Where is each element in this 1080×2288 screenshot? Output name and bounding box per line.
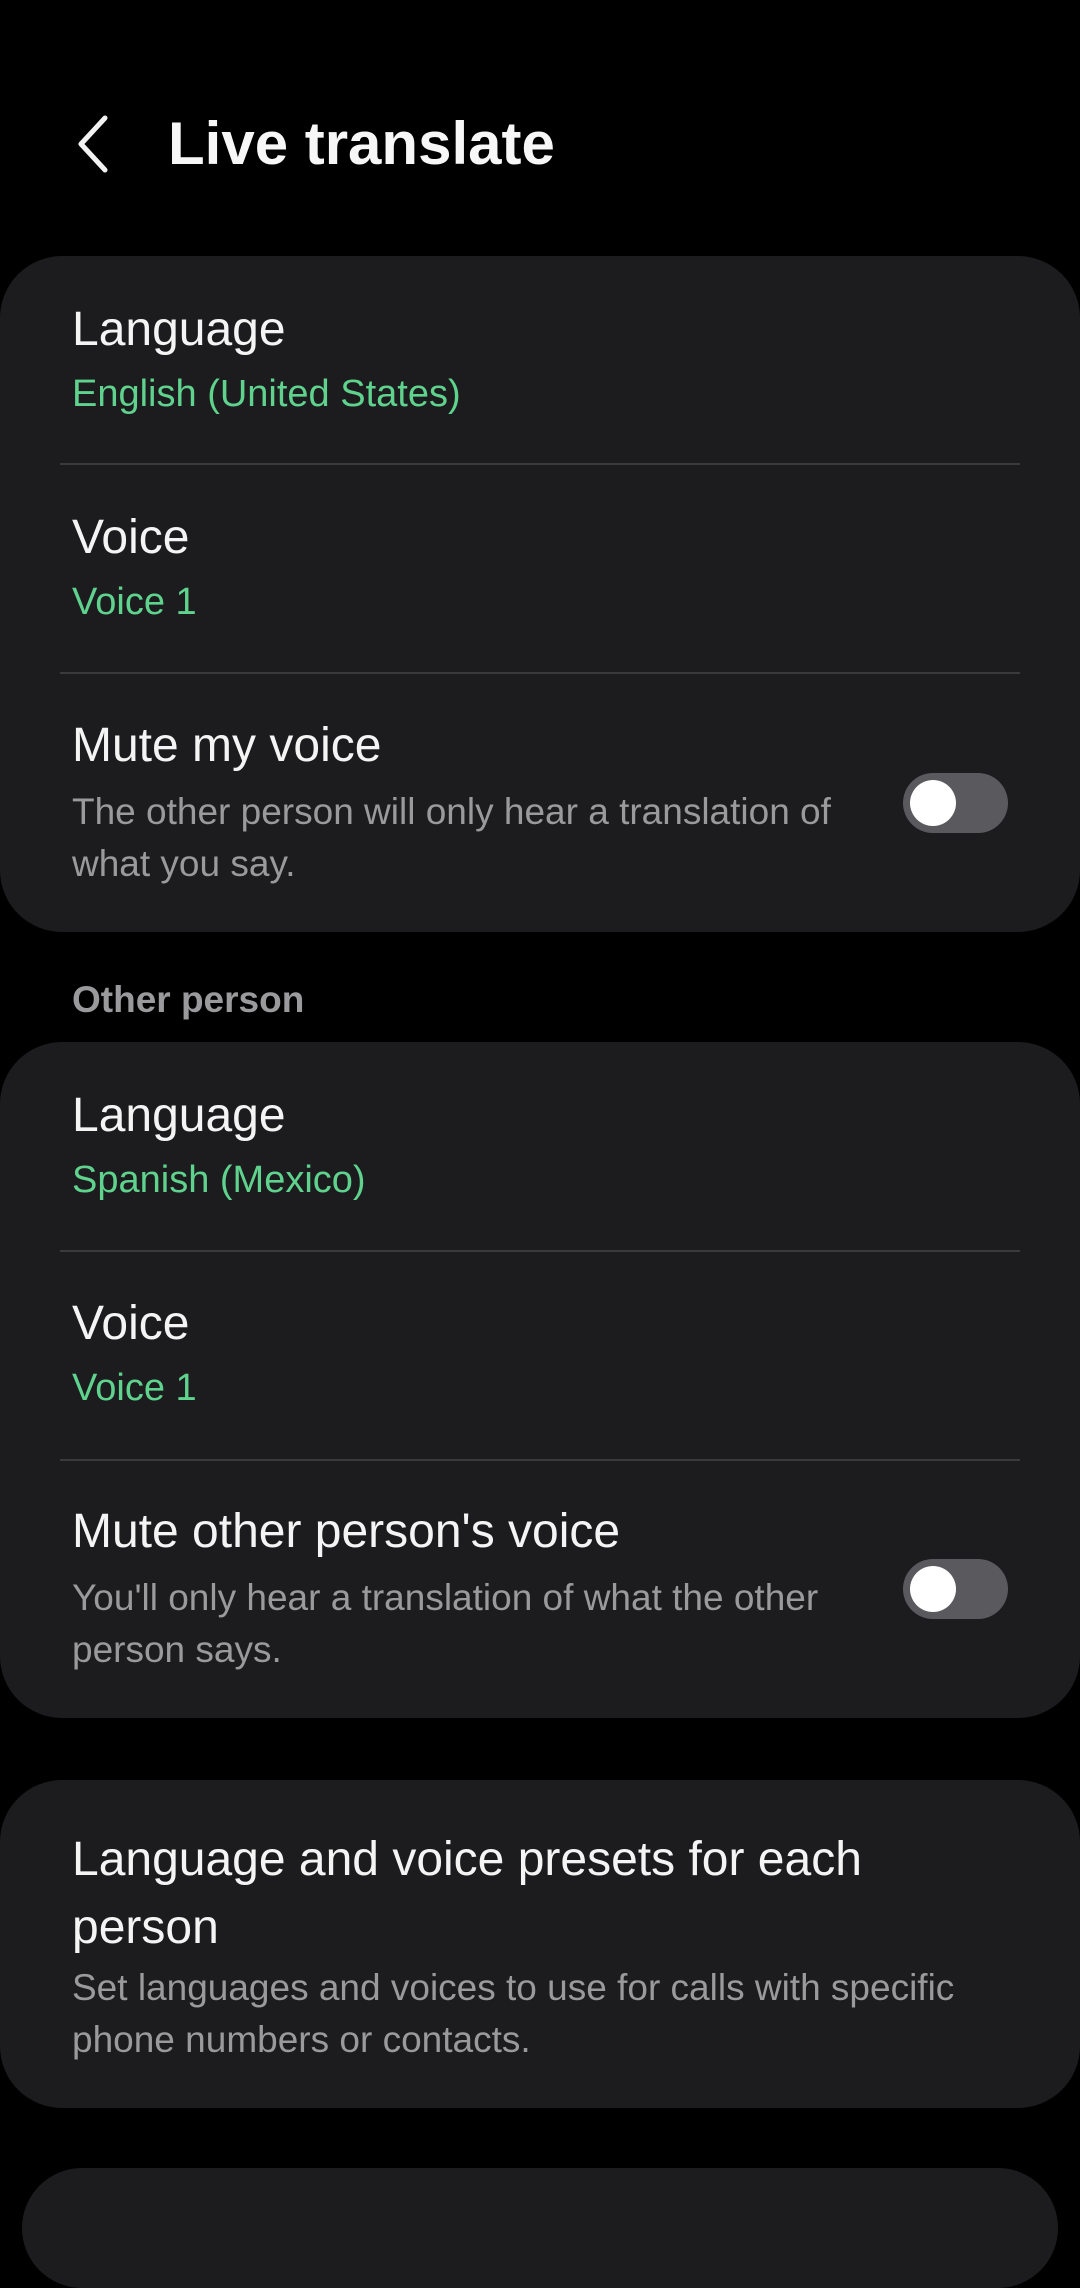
toggle-knob bbox=[910, 1566, 956, 1612]
my-voice-value: Voice 1 bbox=[72, 581, 197, 623]
other-person-card: Language Spanish (Mexico) Voice Voice 1 … bbox=[0, 1042, 1080, 1718]
mute-my-voice-description: The other person will only hear a transl… bbox=[72, 791, 831, 884]
my-language-row[interactable]: Language English (United States) bbox=[0, 256, 1080, 464]
top-app-bar: Live translate bbox=[0, 0, 1080, 260]
other-voice-row[interactable]: Voice Voice 1 bbox=[0, 1252, 1080, 1460]
other-language-value: Spanish (Mexico) bbox=[72, 1159, 366, 1201]
section-header-other-person: Other person bbox=[72, 979, 305, 1020]
back-button[interactable] bbox=[58, 104, 128, 184]
mute-my-voice-label: Mute my voice bbox=[72, 719, 382, 772]
mute-other-voice-label: Mute other person's voice bbox=[72, 1505, 621, 1558]
other-voice-value: Voice 1 bbox=[72, 1367, 197, 1409]
toggle-knob bbox=[910, 780, 956, 826]
my-language-label: Language bbox=[72, 303, 286, 356]
presets-title: Language and voice presets for each pers… bbox=[72, 1833, 862, 1954]
other-language-row[interactable]: Language Spanish (Mexico) bbox=[0, 1042, 1080, 1250]
chevron-left-icon bbox=[78, 115, 108, 173]
my-language-value: English (United States) bbox=[72, 373, 461, 415]
other-language-label: Language bbox=[72, 1089, 286, 1142]
mute-my-voice-row[interactable]: Mute my voice The other person will only… bbox=[0, 674, 1080, 932]
other-voice-label: Voice bbox=[72, 1297, 190, 1350]
my-voice-label: Voice bbox=[72, 511, 190, 564]
page-title: Live translate bbox=[168, 110, 555, 177]
mute-my-voice-toggle[interactable] bbox=[903, 773, 1008, 833]
my-voice-row[interactable]: Voice Voice 1 bbox=[0, 465, 1080, 673]
next-card-partial[interactable] bbox=[22, 2168, 1058, 2288]
my-settings-card: Language English (United States) Voice V… bbox=[0, 256, 1080, 932]
mute-other-voice-row[interactable]: Mute other person's voice You'll only he… bbox=[0, 1461, 1080, 1718]
presets-description: Set languages and voices to use for call… bbox=[72, 1967, 955, 2060]
mute-other-voice-toggle[interactable] bbox=[903, 1559, 1008, 1619]
mute-other-voice-description: You'll only hear a translation of what t… bbox=[72, 1577, 819, 1670]
